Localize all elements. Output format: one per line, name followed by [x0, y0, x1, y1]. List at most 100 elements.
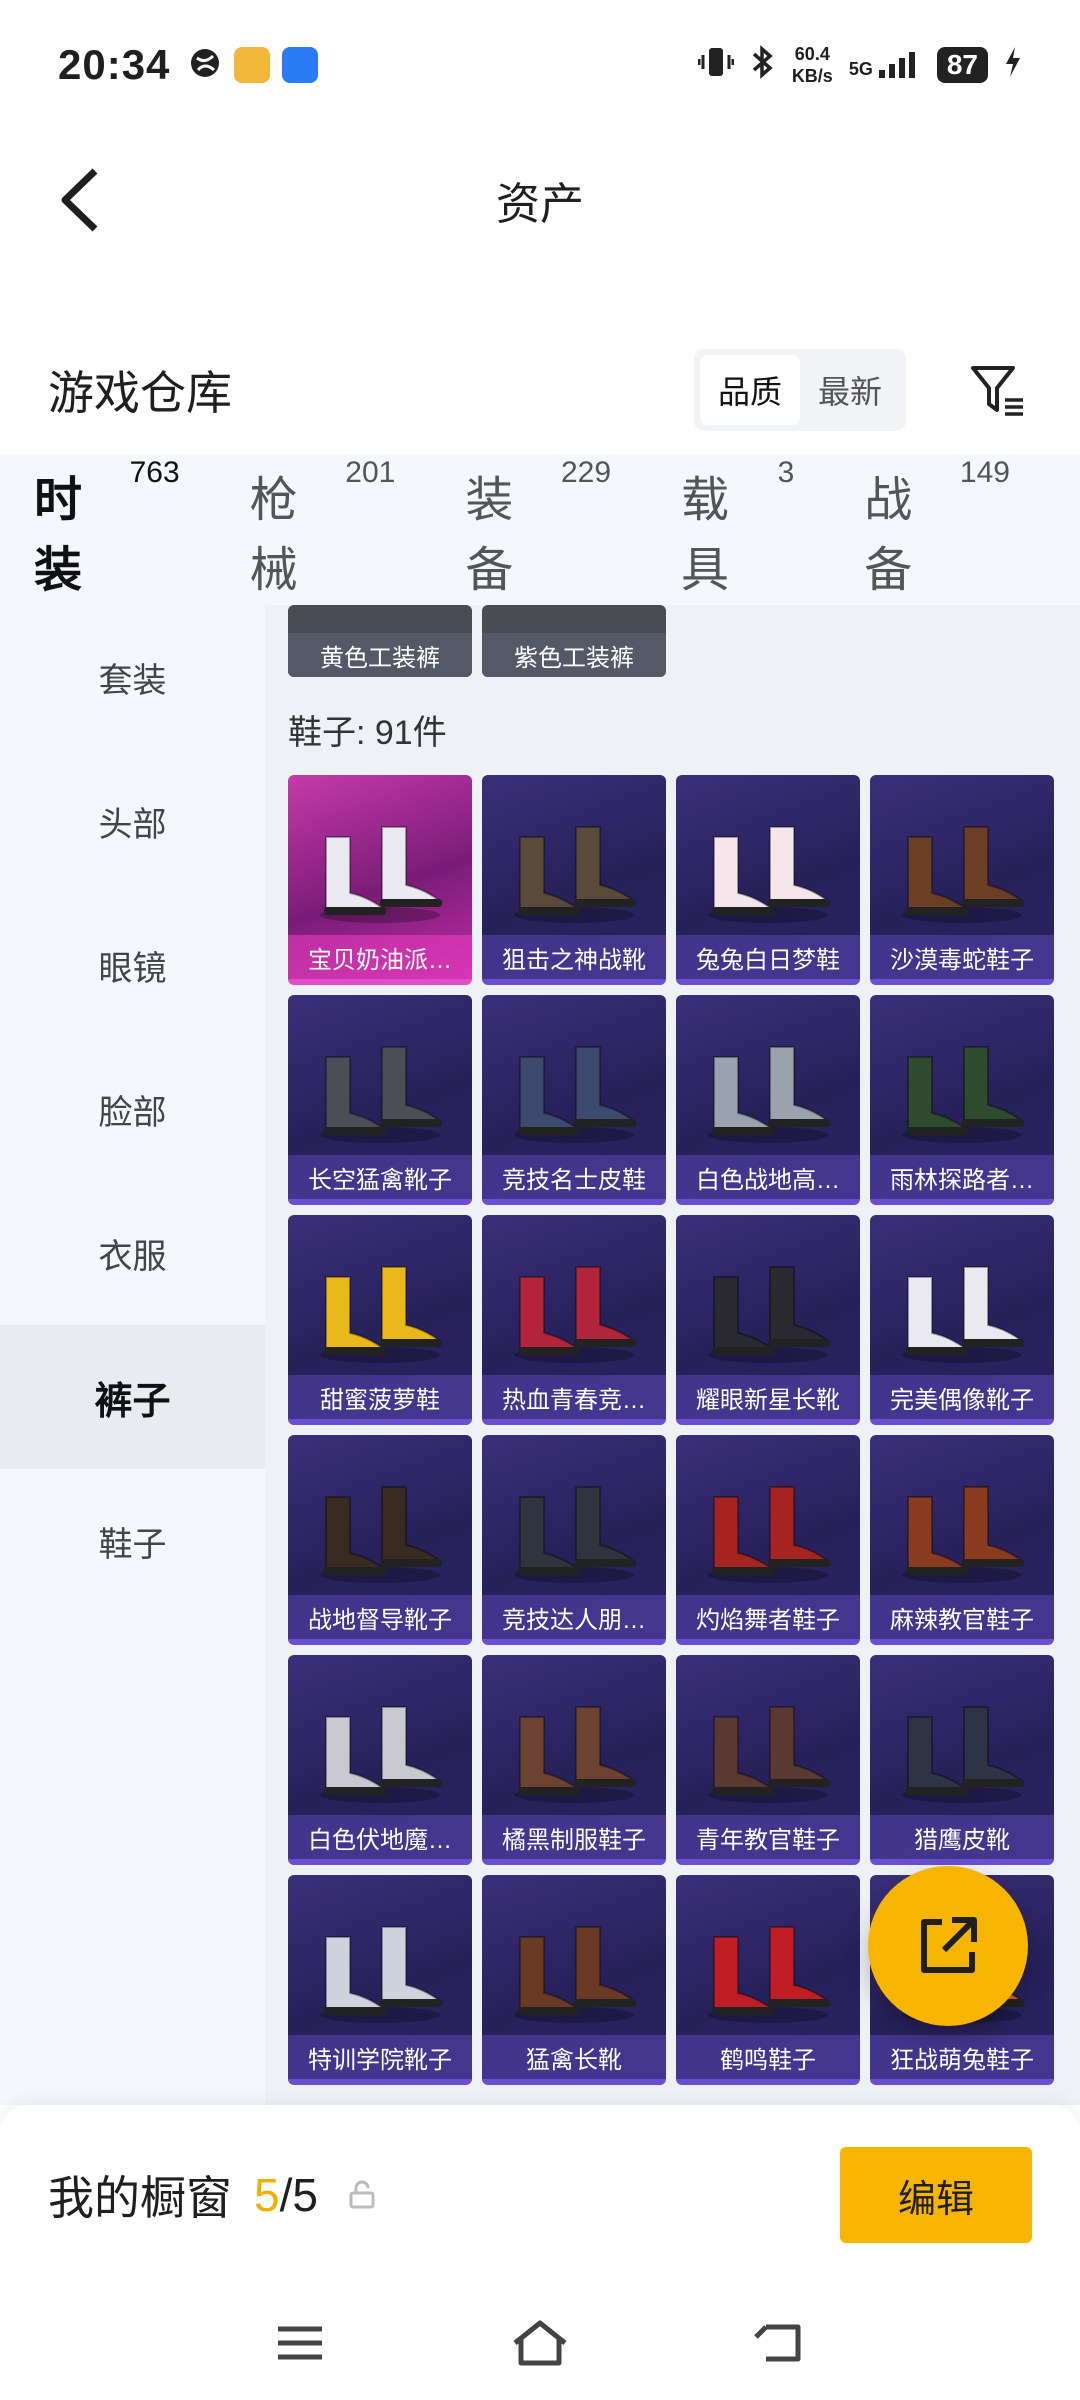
shoe-card[interactable]: 甜蜜菠萝鞋: [288, 1215, 472, 1425]
shoe-card[interactable]: 雨林探路者…: [870, 995, 1054, 1205]
return-icon: [754, 2324, 801, 2361]
bluetooth-icon: [750, 44, 776, 86]
sidebar-item-shoes[interactable]: 鞋子: [0, 1469, 265, 1613]
shoe-image: [902, 1486, 1026, 1583]
shoe-name: 灼焰舞者鞋子: [676, 1595, 860, 1639]
shoe-image: [514, 826, 638, 923]
network-speed: 60.4 KB/s: [791, 44, 833, 86]
shoe-card[interactable]: 耀眼新星长靴: [676, 1215, 860, 1425]
subcategory-sidebar: 套装 头部 眼镜 脸部 衣服 裤子 鞋子: [0, 605, 265, 2105]
showcase-count: 5/5: [254, 2169, 318, 2221]
shoe-name: 青年教官鞋子: [676, 1815, 860, 1859]
showcase-panel: 我的橱窗 5/5 编辑: [0, 2105, 1080, 2285]
shoe-card[interactable]: 沙漠毒蛇鞋子: [870, 775, 1054, 985]
status-time: 20:34: [58, 41, 171, 88]
home-button[interactable]: [505, 2308, 575, 2378]
shoe-name: 特训学院靴子: [288, 2035, 472, 2079]
shoe-image: [902, 1266, 1026, 1363]
item-card[interactable]: 紫色工装裤: [482, 605, 666, 677]
nav-bar: 资产: [0, 130, 1080, 270]
shoe-image: [902, 1706, 1026, 1803]
sort-quality-button[interactable]: 品质: [699, 355, 800, 425]
tab-fashion[interactable]: 时装 763: [34, 456, 180, 622]
shoe-image: [514, 1486, 638, 1583]
shoe-card[interactable]: 完美偶像靴子: [870, 1215, 1054, 1425]
home-icon: [513, 2320, 567, 2365]
shoe-card[interactable]: 竞技名士皮鞋: [482, 995, 666, 1205]
category-tabs: 时装 763 枪械 201 装备 229 载具 3 战备 149: [0, 455, 1080, 622]
shoe-name: 鹤鸣鞋子: [676, 2035, 860, 2079]
shoe-image: [514, 1046, 638, 1143]
shoe-card[interactable]: 灼焰舞者鞋子: [676, 1435, 860, 1645]
globe-icon: [188, 46, 222, 85]
shoe-name: 猎鹰皮靴: [870, 1815, 1054, 1859]
sidebar-item-clothes[interactable]: 衣服: [0, 1181, 265, 1325]
menu-button[interactable]: [265, 2308, 335, 2378]
shoe-card[interactable]: 鹤鸣鞋子: [676, 1875, 860, 2085]
tab-firearms[interactable]: 枪械 201: [250, 456, 396, 600]
shoe-name: 热血青春竞…: [482, 1375, 666, 1419]
menu-icon: [278, 2326, 322, 2359]
shoe-card[interactable]: 白色战地高…: [676, 995, 860, 1205]
warehouse-title: 游戏仓库: [48, 367, 232, 419]
back-button[interactable]: [40, 160, 120, 240]
sort-toggle: 品质 最新: [693, 349, 906, 431]
shoe-image: [514, 1926, 638, 2023]
shoe-name: 宝贝奶油派…: [288, 935, 472, 979]
sidebar-item-glasses[interactable]: 眼镜: [0, 893, 265, 1037]
shoe-image: [902, 826, 1026, 923]
back-arrow-icon: [61, 168, 98, 232]
shoe-card[interactable]: 特训学院靴子: [288, 1875, 472, 2085]
charging-icon: [1004, 46, 1022, 84]
shoe-name: 白色伏地魔…: [288, 1815, 472, 1859]
notification-icons: [188, 46, 319, 85]
edit-button[interactable]: 编辑: [840, 2147, 1032, 2243]
shoe-image: [902, 1046, 1026, 1143]
share-icon: [921, 1917, 977, 1973]
shoe-card[interactable]: 狙击之神战靴: [482, 775, 666, 985]
shoe-image: [320, 1706, 444, 1803]
shoe-image: [708, 1706, 832, 1803]
shoe-name: 竞技达人朋…: [482, 1595, 666, 1639]
shoe-card[interactable]: 兔兔白日梦鞋: [676, 775, 860, 985]
shoe-image: [320, 1266, 444, 1363]
item-name: 黄色工装裤: [288, 633, 472, 677]
item-card[interactable]: 黄色工装裤: [288, 605, 472, 677]
shoe-card[interactable]: 猎鹰皮靴: [870, 1655, 1054, 1865]
sidebar-item-face[interactable]: 脸部: [0, 1037, 265, 1181]
shoe-card[interactable]: 白色伏地魔…: [288, 1655, 472, 1865]
shoe-card[interactable]: 猛禽长靴: [482, 1875, 666, 2085]
shoe-image: [514, 1706, 638, 1803]
shoe-card[interactable]: 橘黑制服鞋子: [482, 1655, 666, 1865]
battery-level: 87: [936, 47, 988, 83]
signal-5g: 5G: [849, 50, 921, 80]
shoe-card[interactable]: 宝贝奶油派…: [288, 775, 472, 985]
shoe-name: 狂战萌兔鞋子: [870, 2035, 1054, 2079]
page-title: 资产: [496, 180, 584, 229]
tab-equipment[interactable]: 装备 229: [465, 456, 611, 600]
sort-newest-button[interactable]: 最新: [800, 355, 900, 425]
shoe-image: [708, 1046, 832, 1143]
shoe-name: 雨林探路者…: [870, 1155, 1054, 1199]
shoe-card[interactable]: 麻辣教官鞋子: [870, 1435, 1054, 1645]
filter-icon: [971, 366, 1023, 416]
sidebar-item-pants[interactable]: 裤子: [0, 1325, 265, 1469]
share-fab[interactable]: [868, 1866, 1028, 2026]
filter-button[interactable]: [962, 355, 1032, 425]
shoe-card[interactable]: 战地督导靴子: [288, 1435, 472, 1645]
system-nav-bar: [0, 2285, 1080, 2400]
status-bar: 20:34 60.4 KB/s 5G 87: [0, 0, 1080, 130]
sidebar-item-suits[interactable]: 套装: [0, 605, 265, 749]
shoes-section-label: 鞋子: 91件: [288, 714, 447, 752]
back-nav-button[interactable]: [745, 2308, 815, 2378]
game-app-icon: [234, 47, 271, 83]
shoe-card[interactable]: 长空猛禽靴子: [288, 995, 472, 1205]
tab-vehicles[interactable]: 载具 3: [681, 456, 794, 600]
shoe-card[interactable]: 青年教官鞋子: [676, 1655, 860, 1865]
shoe-image: [514, 1266, 638, 1363]
shoe-card[interactable]: 竞技达人朋…: [482, 1435, 666, 1645]
shoe-card[interactable]: 热血青春竞…: [482, 1215, 666, 1425]
signal-app-icon: [282, 47, 319, 83]
sidebar-item-head[interactable]: 头部: [0, 749, 265, 893]
tab-gear[interactable]: 战备 149: [864, 456, 1010, 600]
